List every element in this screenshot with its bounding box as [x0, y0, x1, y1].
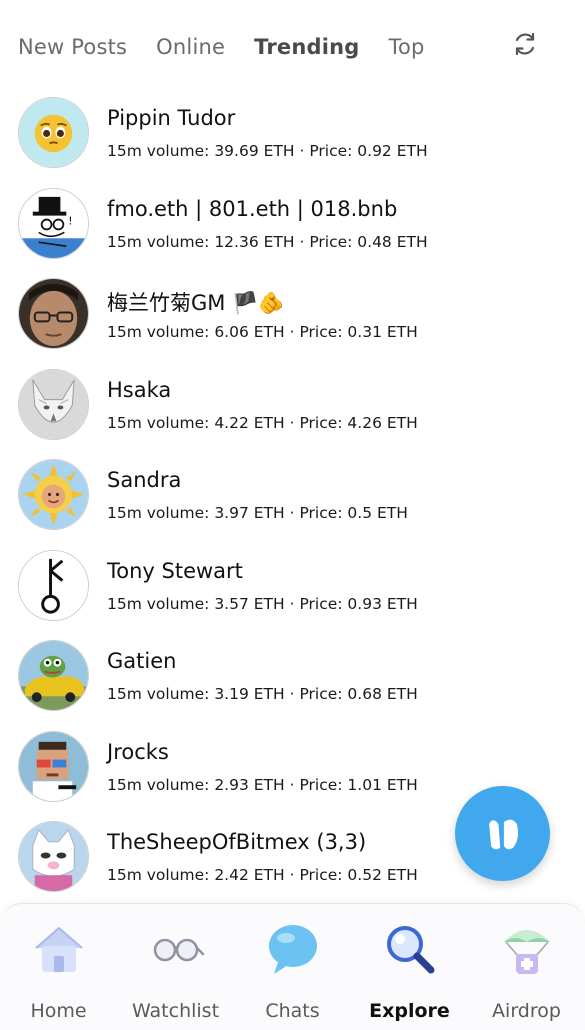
user-stats: 15m volume: 3.19 ETH · Price: 0.68 ETH: [107, 685, 418, 703]
explore-screen: New Posts Online Trending Top Pippin Tud…: [0, 0, 585, 1030]
svg-text:!: !: [68, 214, 72, 227]
bottom-navigation: Home Watchlist Chats Explore Airdrop: [0, 903, 585, 1030]
feed-tabs: New Posts Online Trending Top: [18, 22, 555, 72]
list-item[interactable]: Pippin Tudor 15m volume: 39.69 ETH · Pri…: [0, 97, 585, 188]
refresh-icon[interactable]: [511, 30, 539, 58]
tab-top[interactable]: Top: [389, 35, 425, 59]
avatar-white-cat: [18, 821, 89, 892]
tab-new-posts[interactable]: New Posts: [18, 35, 127, 59]
user-name: Sandra: [107, 468, 182, 492]
nav-label: Explore: [369, 1000, 450, 1022]
user-name: fmo.eth | 801.eth | 018.bnb: [107, 196, 398, 221]
user-stats: 15m volume: 12.36 ETH · Price: 0.48 ETH: [107, 232, 428, 251]
glasses-icon: [153, 938, 204, 962]
friendtech-logo-icon: [488, 819, 518, 849]
nav-label: Chats: [265, 1000, 320, 1022]
list-item[interactable]: Sandra 15m volume: 3.97 ETH · Price: 0.5…: [0, 459, 585, 550]
nav-explore[interactable]: Explore: [351, 918, 468, 1022]
avatar-sun-baby: [18, 459, 89, 530]
user-name: TheSheepOfBitmex (3,3): [107, 830, 367, 854]
user-stats: 15m volume: 2.93 ETH · Price: 1.01 ETH: [107, 775, 418, 794]
nav-home[interactable]: Home: [0, 918, 117, 1022]
user-name: Hsaka: [107, 377, 172, 402]
nav-airdrop[interactable]: Airdrop: [468, 918, 585, 1022]
nav-label: Watchlist: [131, 1000, 220, 1022]
avatar-pleading-face: [18, 97, 89, 168]
user-stats: 15m volume: 3.97 ETH · Price: 0.5 ETH: [107, 504, 408, 522]
list-item[interactable]: 梅兰竹菊GM 🏴🫵 15m volume: 6.06 ETH · Price: …: [0, 278, 585, 369]
user-name: 梅兰竹菊GM 🏴🫵: [107, 291, 285, 315]
avatar-white-wolf: [18, 368, 89, 440]
user-name: Tony Stewart: [107, 558, 243, 583]
friendtech-fab-button[interactable]: [455, 786, 550, 881]
list-item[interactable]: Tony Stewart 15m volume: 3.57 ETH · Pric…: [0, 549, 585, 641]
list-item[interactable]: ! fmo.eth | 801.eth | 018.bnb 15m volume…: [0, 187, 585, 279]
user-name: Pippin Tudor: [107, 106, 236, 130]
tab-trending[interactable]: Trending: [254, 35, 359, 59]
list-item[interactable]: Gatien 15m volume: 3.19 ETH · Price: 0.6…: [0, 640, 585, 731]
chat-bubble-icon: [268, 925, 317, 974]
nav-chats[interactable]: Chats: [234, 918, 351, 1022]
avatar-pepe-car: [18, 640, 89, 711]
list-item[interactable]: Hsaka 15m volume: 4.22 ETH · Price: 4.26…: [0, 368, 585, 460]
nav-label: Airdrop: [492, 1000, 561, 1022]
user-stats: 15m volume: 6.06 ETH · Price: 0.31 ETH: [107, 323, 418, 341]
user-name: Gatien: [107, 649, 177, 673]
avatar-pixel-character: [18, 730, 89, 802]
user-stats: 15m volume: 2.42 ETH · Price: 0.52 ETH: [107, 866, 418, 884]
user-stats: 15m volume: 39.69 ETH · Price: 0.92 ETH: [107, 142, 428, 160]
tab-online[interactable]: Online: [156, 35, 225, 59]
avatar-top-hat-figure: !: [18, 187, 89, 259]
user-stats: 15m volume: 4.22 ETH · Price: 4.26 ETH: [107, 413, 418, 432]
nav-watchlist[interactable]: Watchlist: [117, 918, 234, 1022]
avatar-key-symbol: [18, 549, 89, 621]
nav-label: Home: [30, 1000, 87, 1022]
home-icon: [34, 927, 83, 972]
user-name: Jrocks: [107, 739, 169, 764]
magnifier-icon: [386, 926, 434, 974]
user-stats: 15m volume: 3.57 ETH · Price: 0.93 ETH: [107, 594, 418, 613]
avatar-man-with-glasses: [18, 278, 89, 349]
airdrop-parachute-icon: [503, 930, 550, 974]
